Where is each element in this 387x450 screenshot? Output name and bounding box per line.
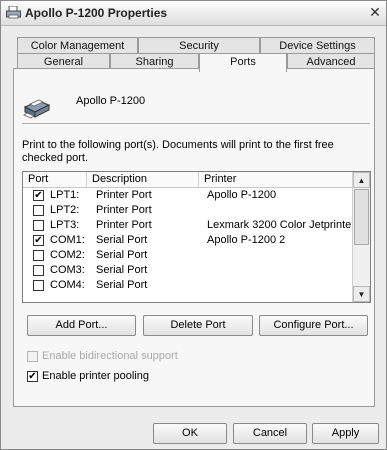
column-header-description[interactable]: Description — [87, 172, 199, 187]
port-cell-description: Printer Port — [96, 204, 152, 216]
port-cell-port: COM3: — [50, 264, 85, 276]
printer-icon — [23, 99, 51, 119]
port-cell-port: COM2: — [50, 249, 85, 261]
pooling-label: Enable printer pooling — [42, 370, 150, 382]
port-row[interactable]: COM2: Serial Port — [23, 248, 354, 263]
bidirectional-label: Enable bidirectional support — [42, 350, 178, 362]
port-cell-description: Printer Port — [96, 189, 152, 201]
ports-list-header: Port Description Printer — [23, 172, 354, 188]
column-header-port[interactable]: Port — [23, 172, 87, 187]
port-checkbox[interactable]: ✔ — [33, 235, 44, 246]
tab-security[interactable]: Security — [138, 37, 260, 54]
ports-list-scrollbar[interactable]: ▲ ▼ — [352, 172, 370, 302]
port-cell-printer: Apollo P-1200 2 — [207, 234, 286, 246]
port-cell-printer: Lexmark 3200 Color Jetprinter — [207, 219, 355, 231]
port-cell-port: LPT2: — [50, 204, 80, 216]
port-cell-description: Serial Port — [96, 264, 148, 276]
tab-color-management[interactable]: Color Management — [17, 37, 138, 54]
tab-row-top: Color Management Security Device Setting… — [17, 37, 375, 54]
port-row[interactable]: COM3: Serial Port — [23, 263, 354, 278]
port-checkbox[interactable] — [33, 280, 44, 291]
port-cell-port: COM1: — [50, 234, 85, 246]
port-cell-description: Serial Port — [96, 249, 148, 261]
port-row[interactable]: COM4: Serial Port — [23, 278, 354, 293]
port-cell-printer: Apollo P-1200 — [207, 189, 277, 201]
port-cell-port: LPT3: — [50, 219, 80, 231]
pooling-checkbox[interactable]: ✔ — [27, 371, 38, 382]
port-row[interactable]: LPT2: Printer Port — [23, 203, 354, 218]
scroll-up-icon[interactable]: ▲ — [353, 172, 370, 188]
printer-name: Apollo P-1200 — [76, 95, 146, 107]
delete-port-button[interactable]: Delete Port — [143, 315, 253, 336]
port-row[interactable]: ✔ COM1: Serial Port Apollo P-1200 2 — [23, 233, 354, 248]
port-cell-description: Serial Port — [96, 279, 148, 291]
tab-device-settings[interactable]: Device Settings — [260, 37, 375, 54]
port-checkbox[interactable] — [33, 250, 44, 261]
port-cell-port: COM4: — [50, 279, 85, 291]
bidirectional-checkbox[interactable] — [27, 351, 38, 362]
title-bar[interactable]: Apollo P-1200 Properties ✕ — [1, 1, 386, 26]
column-header-printer[interactable]: Printer — [199, 172, 354, 187]
port-checkbox[interactable] — [33, 205, 44, 216]
cancel-button[interactable]: Cancel — [233, 423, 307, 444]
window-title: Apollo P-1200 Properties — [25, 6, 168, 20]
port-row[interactable]: ✔ LPT1: Printer Port Apollo P-1200 — [23, 188, 354, 203]
ok-button[interactable]: OK — [153, 423, 227, 444]
scroll-thumb[interactable] — [354, 189, 369, 245]
port-row[interactable]: LPT3: Printer Port Lexmark 3200 Color Jetp… — [23, 218, 355, 233]
add-port-button[interactable]: Add Port... — [27, 315, 136, 336]
ports-list[interactable]: Port Description Printer ✔ LPT1: Printer P… — [22, 171, 371, 303]
apply-button[interactable]: Apply — [312, 423, 379, 444]
port-cell-description: Serial Port — [96, 234, 148, 246]
printer-title-icon — [6, 6, 21, 19]
separator — [22, 123, 370, 124]
port-cell-description: Printer Port — [96, 219, 152, 231]
port-instructions: Print to the following port(s). Document… — [22, 139, 334, 164]
port-checkbox[interactable] — [33, 220, 44, 231]
port-cell-port: LPT1: — [50, 189, 80, 201]
port-checkbox[interactable]: ✔ — [33, 190, 44, 201]
scroll-down-icon[interactable]: ▼ — [353, 286, 370, 302]
port-checkbox[interactable] — [33, 265, 44, 276]
close-icon[interactable]: ✕ — [367, 5, 383, 20]
configure-port-button[interactable]: Configure Port... — [259, 315, 368, 336]
tab-ports[interactable]: Ports — [199, 53, 287, 72]
